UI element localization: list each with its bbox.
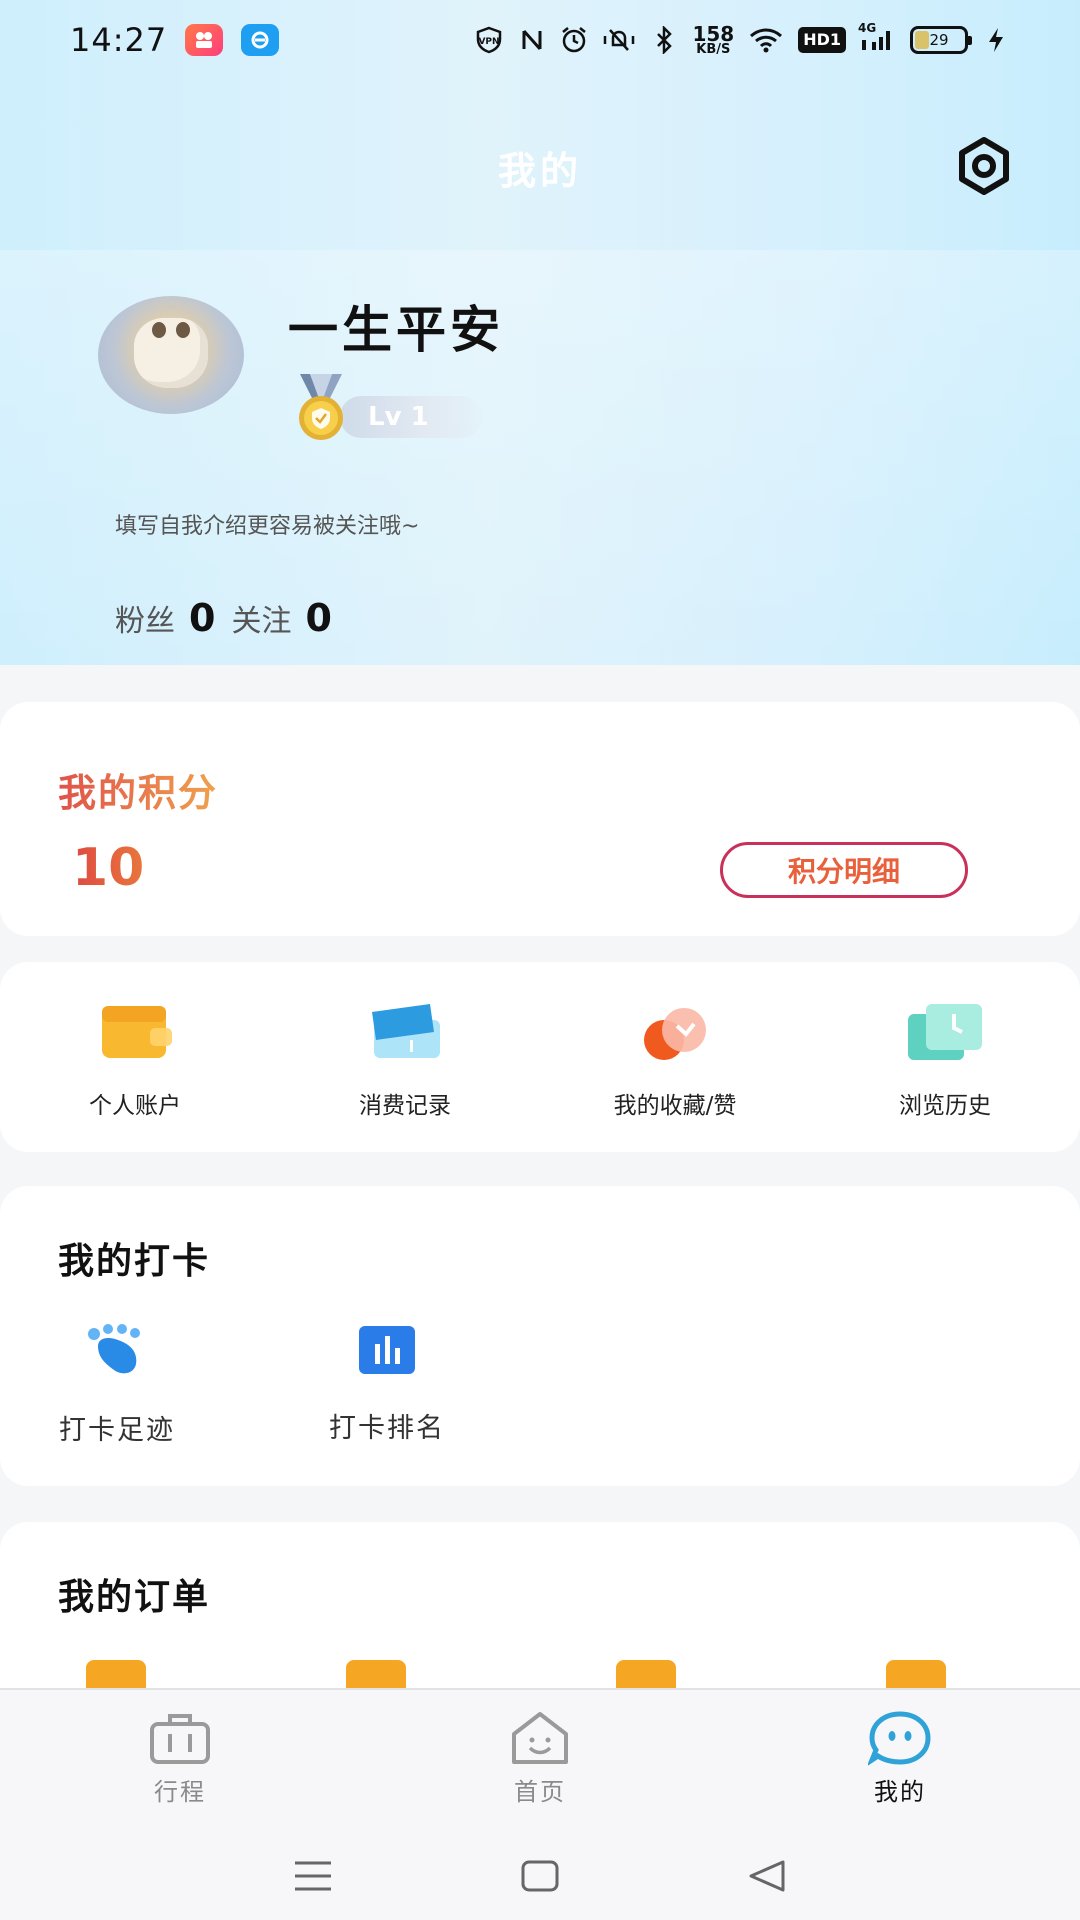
mine-face-icon	[868, 1711, 931, 1766]
kuaishou-app-icon	[185, 24, 224, 56]
medal-icon	[288, 372, 354, 444]
level-badge: Lv 1	[340, 396, 482, 438]
settings-button[interactable]	[948, 130, 1020, 202]
home-square-icon[interactable]	[520, 1859, 560, 1893]
history-icon	[904, 1002, 986, 1062]
favorite-icon	[634, 1002, 716, 1062]
page-title: 我的	[497, 149, 582, 193]
shortcut-favorites[interactable]: 我的收藏/赞	[540, 962, 810, 1152]
shortcut-consumption-records[interactable]: 消费记录	[270, 962, 540, 1152]
card-icon	[364, 1002, 446, 1062]
nav-label: 行程	[154, 1778, 206, 1806]
vpn-icon: VPN	[474, 25, 504, 55]
hd-badge: HD1	[798, 27, 846, 53]
menu-icon[interactable]	[293, 1859, 333, 1893]
wallet-icon	[94, 1002, 176, 1062]
profile-page: 14:27 VPN 158 KB/S HD1 4G 29 我的 一生平安 Lv …	[0, 0, 1080, 1920]
fans-count[interactable]: 0	[189, 596, 215, 640]
orders-title: 我的订单	[58, 1577, 211, 1618]
settings-hexagon-icon	[959, 137, 1009, 195]
home-icon	[512, 1712, 568, 1764]
shortcut-label: 浏览历史	[899, 1093, 991, 1119]
shortcut-label: 个人账户	[89, 1093, 181, 1119]
points-value: 10	[72, 838, 145, 898]
status-icons: VPN 158 KB/S HD1 4G 29	[474, 21, 1010, 57]
bottom-navigation: 行程 首页 我的	[0, 1688, 1080, 1920]
cellular-signal-icon: 4G	[858, 21, 896, 55]
shortcut-browse-history[interactable]: 浏览历史	[810, 962, 1080, 1152]
nfc-icon	[518, 25, 546, 55]
checkin-title: 我的打卡	[58, 1241, 211, 1282]
checkin-footprint[interactable]: 打卡足迹	[32, 1324, 202, 1447]
follow-stats: 粉丝 0 关注 0	[115, 596, 348, 640]
level-text: Lv 1	[368, 402, 429, 432]
network-speed: 158 KB/S	[692, 21, 735, 57]
nav-tab-trips[interactable]: 行程	[0, 1690, 360, 1830]
battery-indicator: 29	[910, 26, 972, 54]
shortcuts-card: 个人账户 消费记录 我的收藏/赞 浏览历史	[0, 962, 1080, 1152]
nav-label: 我的	[874, 1778, 926, 1806]
suitcase-icon	[150, 1714, 210, 1764]
points-detail-label: 积分明细	[787, 855, 900, 888]
system-navigation-bar	[0, 1830, 1080, 1920]
network-speed-unit: KB/S	[696, 41, 731, 57]
shortcut-personal-account[interactable]: 个人账户	[0, 962, 270, 1152]
wifi-icon	[748, 25, 784, 55]
avatar[interactable]	[98, 296, 244, 414]
points-title: 我的积分	[58, 762, 218, 817]
network-type: 4G	[858, 21, 877, 35]
title-bar: 我的	[0, 120, 1080, 210]
nav-tab-home[interactable]: 首页	[360, 1690, 720, 1830]
network-speed-value: 158	[692, 21, 735, 46]
checkin-item-label: 打卡足迹	[59, 1415, 175, 1446]
points-detail-button[interactable]: 积分明细	[720, 842, 968, 898]
following-count[interactable]: 0	[305, 596, 331, 640]
checkin-item-label: 打卡排名	[329, 1413, 445, 1444]
status-time: 14:27	[70, 21, 168, 59]
alarm-icon	[560, 25, 588, 55]
username: 一生平安	[288, 301, 504, 359]
points-card: 我的积分 10 积分明细	[0, 702, 1080, 936]
shortcut-label: 我的收藏/赞	[613, 1093, 737, 1119]
mute-vibrate-icon	[602, 25, 636, 55]
charging-icon	[982, 25, 1010, 55]
checkin-ranking[interactable]: 打卡排名	[302, 1324, 472, 1445]
status-bar: 14:27 VPN 158 KB/S HD1 4G 29	[0, 0, 1080, 80]
checkin-card: 我的打卡 打卡足迹 打卡排名	[0, 1186, 1080, 1486]
back-icon[interactable]	[747, 1859, 787, 1893]
bio-text[interactable]: 填写自我介绍更容易被关注哦~	[115, 508, 419, 540]
ranking-icon	[359, 1326, 415, 1374]
following-label[interactable]: 关注	[231, 596, 291, 640]
eleme-app-icon	[241, 24, 280, 56]
footprint-icon	[88, 1324, 140, 1374]
battery-level: 29	[929, 31, 949, 49]
shortcut-label: 消费记录	[359, 1093, 451, 1119]
nav-label: 首页	[514, 1778, 566, 1806]
fans-label[interactable]: 粉丝	[115, 596, 175, 640]
nav-tab-mine[interactable]: 我的	[720, 1690, 1080, 1830]
svg-text:VPN: VPN	[479, 37, 500, 47]
bluetooth-icon	[650, 25, 678, 55]
